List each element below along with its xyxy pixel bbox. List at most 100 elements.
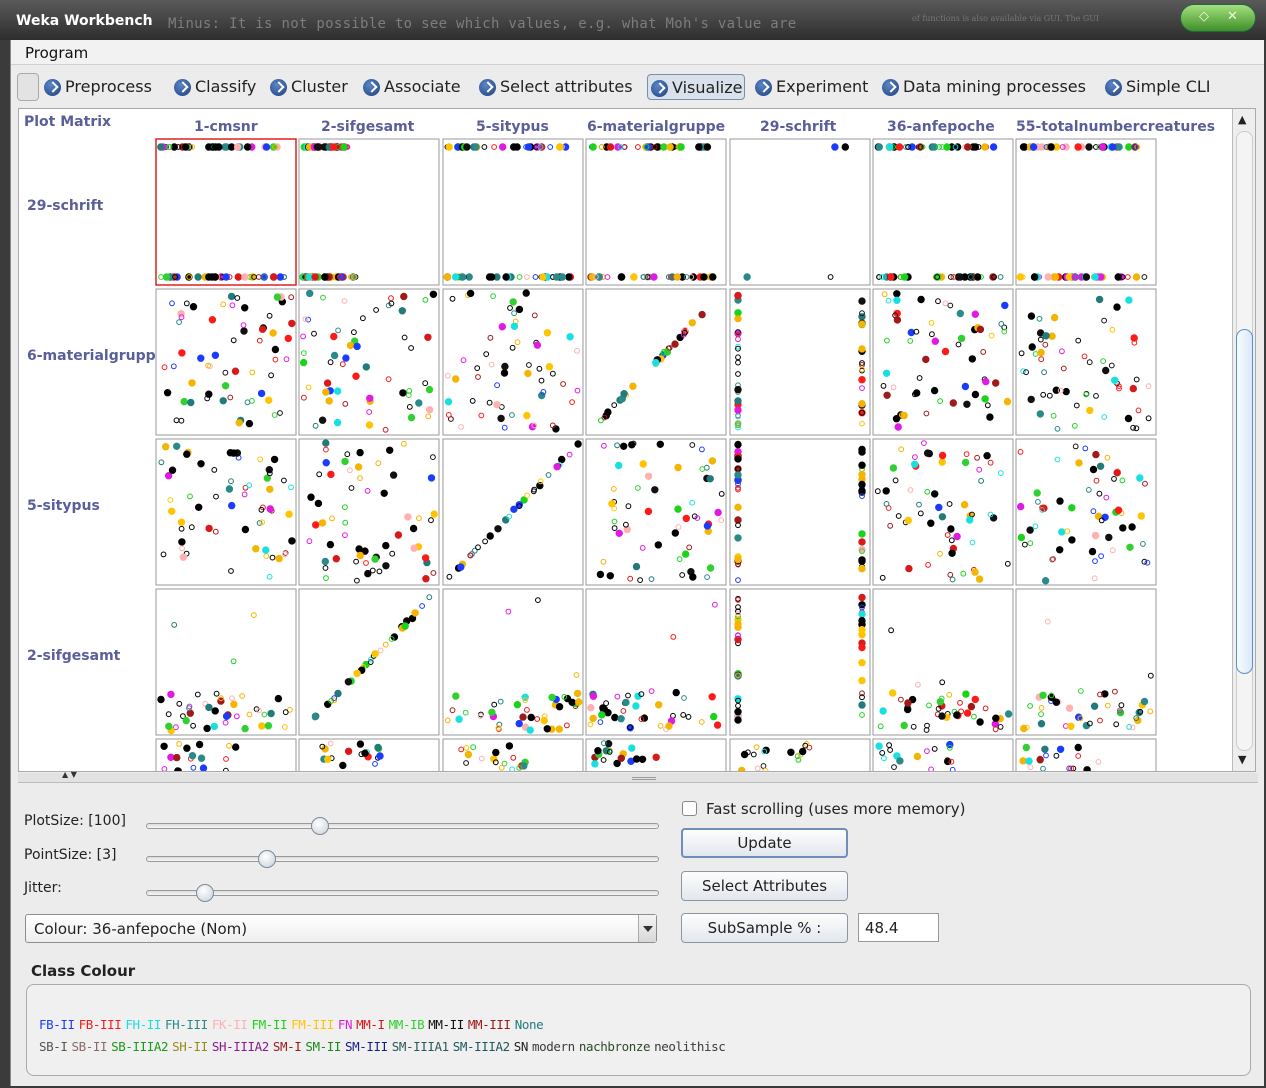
plot-point <box>858 593 866 602</box>
scatter-cell[interactable] <box>155 138 297 286</box>
tab-simple-cli[interactable]: Simple CLI <box>1102 74 1213 100</box>
plot-point <box>953 532 961 541</box>
scroll-down-icon[interactable]: ▼ <box>1238 753 1246 766</box>
plot-point <box>1113 303 1121 311</box>
scatter-plot-grid[interactable] <box>19 109 1231 772</box>
plot-point <box>734 440 742 449</box>
plot-point <box>329 143 338 151</box>
plot-point <box>188 379 196 387</box>
update-button[interactable]: Update <box>681 828 848 858</box>
plot-point <box>225 485 234 493</box>
plot-point <box>486 532 494 540</box>
plot-point <box>941 347 950 356</box>
scatter-cell[interactable] <box>729 588 871 736</box>
menu-program[interactable]: Program <box>25 44 88 62</box>
scatter-cell[interactable] <box>442 588 584 736</box>
plot-point <box>875 742 883 750</box>
point-size-slider[interactable] <box>146 850 659 868</box>
plot-point <box>342 354 350 362</box>
tab-experiment[interactable]: Experiment <box>752 74 870 100</box>
splitter-arrows-icon[interactable]: ▲ ▼ <box>62 770 77 779</box>
scatter-cell[interactable] <box>298 438 440 586</box>
scatter-cell[interactable] <box>1015 588 1157 736</box>
scatter-cell[interactable] <box>729 138 871 286</box>
colour-select[interactable]: Colour: 36-anfepoche (Nom) <box>25 914 657 943</box>
scatter-cell[interactable] <box>872 138 1014 286</box>
toolbar-handle-icon[interactable] <box>17 73 39 101</box>
select-attributes-button[interactable]: Select Attributes <box>681 871 848 901</box>
plot-point <box>966 516 974 524</box>
plot-point <box>274 694 283 703</box>
tab-associate[interactable]: Associate <box>360 74 463 100</box>
plot-point <box>907 328 915 337</box>
split-pane-divider[interactable]: ▲ ▼ <box>18 770 1258 783</box>
plot-point <box>1129 384 1138 393</box>
plot-point <box>160 742 168 750</box>
plot-point <box>252 545 260 553</box>
jitter-slider[interactable] <box>146 884 659 902</box>
scatter-cell[interactable] <box>1015 438 1157 586</box>
scroll-up-icon[interactable]: ▲ <box>1238 113 1246 126</box>
plot-point <box>1137 512 1146 520</box>
plot-point <box>1039 691 1047 699</box>
scatter-cell[interactable] <box>729 288 871 436</box>
maximize-icon[interactable]: ◇ <box>1199 9 1209 24</box>
close-icon[interactable]: ✕ <box>1227 9 1238 24</box>
scatter-cell[interactable] <box>729 438 871 586</box>
plot-point <box>1017 502 1025 511</box>
chevron-down-icon[interactable] <box>638 915 656 942</box>
plot-point <box>936 698 944 706</box>
window-controls[interactable]: ◇ ✕ <box>1180 4 1256 32</box>
plot-point <box>353 669 361 678</box>
plot-point <box>882 487 890 495</box>
plot-point <box>1095 295 1104 304</box>
scatter-cell[interactable] <box>298 138 440 286</box>
plot-point <box>594 747 602 755</box>
tab-preprocess[interactable]: Preprocess <box>41 74 154 100</box>
scatter-cell[interactable] <box>585 438 727 586</box>
plot-point <box>1051 273 1060 281</box>
slider-knob[interactable] <box>257 850 276 868</box>
plot-point <box>371 555 379 563</box>
plot-point <box>1056 546 1064 554</box>
row-header: 6-materialgruppe <box>27 348 155 364</box>
vertical-scrollbar[interactable]: ▲ ▼ <box>1232 109 1255 771</box>
plot-point <box>488 708 496 716</box>
plot-point <box>267 709 275 718</box>
tab-select-attributes[interactable]: Select attributes <box>476 74 635 100</box>
subsample-input[interactable]: 48.4 <box>858 913 939 942</box>
tab-visualize[interactable]: Visualize <box>647 74 746 100</box>
slider-knob[interactable] <box>311 817 330 835</box>
plot-point <box>630 273 638 281</box>
plot-point <box>734 309 742 317</box>
scatter-cell[interactable] <box>872 288 1014 436</box>
plot-size-slider[interactable] <box>146 817 659 835</box>
plot-point <box>620 442 628 450</box>
subsample-button[interactable]: SubSample % : <box>681 913 848 943</box>
splitter-grip[interactable] <box>632 777 656 780</box>
plot-point <box>188 752 197 760</box>
legend-entry: SM-III <box>344 1039 388 1054</box>
plot-point <box>266 505 274 513</box>
title-bar: Weka Workbench Minus: It is not possible… <box>0 0 1266 40</box>
plot-point <box>501 362 509 371</box>
scatter-cell[interactable] <box>1015 138 1157 286</box>
plot-point <box>956 273 964 281</box>
scrollbar-thumb[interactable] <box>1236 329 1253 674</box>
scatter-cell[interactable] <box>442 138 584 286</box>
tab-data-mining-processes[interactable]: Data mining processes <box>879 74 1088 100</box>
plot-point <box>232 743 240 751</box>
fast-scrolling-checkbox[interactable] <box>682 801 697 816</box>
plot-point <box>262 546 270 554</box>
legend-entry: MM-IB <box>388 1017 425 1032</box>
plot-point <box>734 471 742 479</box>
plot-point <box>1115 143 1123 151</box>
scatter-cell[interactable] <box>298 288 440 436</box>
tab-cluster[interactable]: Cluster <box>267 74 350 100</box>
plot-point <box>967 702 976 711</box>
scatter-cell[interactable] <box>585 138 727 286</box>
tab-classify[interactable]: Classify <box>171 74 258 100</box>
plot-point <box>589 692 598 700</box>
slider-knob[interactable] <box>195 884 214 902</box>
plot-point <box>400 292 408 301</box>
